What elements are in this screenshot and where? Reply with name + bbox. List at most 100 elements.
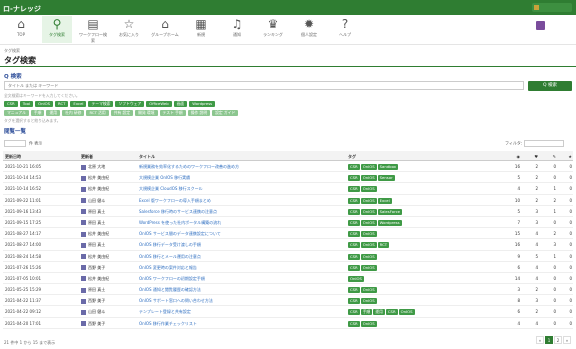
- column-header[interactable]: タイトル: [139, 154, 339, 160]
- tag-chip[interactable]: Sensor: [377, 175, 395, 182]
- table-row[interactable]: 2021-04-20 17:01 西野 美子 OnIOS 移行作業チェックリスト CS…: [3, 318, 573, 329]
- column-header[interactable]: 更新者: [81, 154, 135, 160]
- tag-chip[interactable]: マニュアル: [4, 110, 29, 116]
- tag-chip[interactable]: CSR: [348, 287, 360, 294]
- article-title-link[interactable]: WordPress を使った社内ポータル構築の流れ: [139, 220, 339, 226]
- article-title-link[interactable]: OnIOS 移行作業チェックリスト: [139, 321, 339, 327]
- tag-chip[interactable]: OnIOS: [360, 208, 377, 215]
- table-row[interactable]: 2021-09-15 17:25 原田 真土 WordPress を使った社内ポータ…: [3, 217, 573, 229]
- toolbar-user[interactable]: [536, 21, 570, 39]
- tag-chip[interactable]: Wordpress: [377, 219, 402, 226]
- tag-chip[interactable]: 手順: [360, 309, 373, 316]
- search-button[interactable]: Q 検索: [528, 81, 572, 91]
- tag-chip[interactable]: 操作 説明: [187, 110, 211, 116]
- views-column-icon[interactable]: ◉: [508, 154, 521, 159]
- article-title-link[interactable]: テンプレート登録と共有設定: [139, 309, 339, 315]
- tag-chip[interactable]: CSR: [348, 175, 360, 182]
- likes-column-icon[interactable]: ♥: [526, 154, 538, 159]
- author[interactable]: 山田 健斗: [81, 198, 135, 204]
- article-title-link[interactable]: OnIOS ワークフローの初期設定手順: [139, 276, 339, 282]
- tag-chip[interactable]: OnIOS: [360, 164, 377, 170]
- author[interactable]: 山田 健斗: [81, 309, 135, 315]
- tag-chip[interactable]: CSR: [348, 320, 360, 327]
- table-row[interactable]: 2021-10-14 16:52 松井 美由紀 大規模企業 CloudOS 移行スク…: [3, 183, 573, 195]
- tag-chip[interactable]: CSR: [348, 186, 360, 193]
- tag-chip[interactable]: CSR: [385, 309, 398, 316]
- tag-chip[interactable]: 設定 ガイド: [212, 110, 239, 116]
- table-row[interactable]: 2021-08-27 14:17 松井 美由紀 OnIOS サービス間のデータ連携設…: [3, 228, 573, 240]
- tag-chip[interactable]: OnIOS: [360, 253, 377, 260]
- tag-chip[interactable]: OnIOS: [360, 242, 377, 249]
- author[interactable]: 西野 美子: [81, 265, 135, 271]
- toolbar-top[interactable]: ⌂ TOP: [6, 16, 36, 43]
- tag-chip[interactable]: RCT 活用: [86, 110, 109, 116]
- tag-chip[interactable]: OnIOS: [35, 101, 53, 107]
- table-row[interactable]: 2021-08-27 14:00 原田 真土 OnIOS 移行データ受け渡しの手順 C…: [3, 239, 573, 251]
- tag-chip[interactable]: 運用: [46, 110, 61, 116]
- article-title-link[interactable]: 大規模企業 OnIOS 移行実績: [139, 175, 339, 181]
- table-row[interactable]: 2021-10-21 16:05 北原 大地 新規業務を効率化するためのワークフロー…: [3, 161, 573, 173]
- tag-chip[interactable]: CSR: [348, 208, 360, 215]
- tag-chip[interactable]: CSR: [4, 101, 18, 107]
- tag-chip[interactable]: 開発 環境: [135, 110, 158, 116]
- tag-chip[interactable]: Wordpress: [189, 101, 216, 107]
- author[interactable]: 原田 真土: [81, 287, 135, 293]
- author[interactable]: 原田 真土: [81, 242, 135, 248]
- table-row[interactable]: 2021-07-05 10:01 松井 美由紀 OnIOS ワークフローの初期設定手…: [3, 273, 573, 285]
- author[interactable]: 松井 美由紀: [81, 175, 135, 181]
- tag-chip[interactable]: OnIOS: [360, 219, 377, 226]
- tag-chip[interactable]: OnIOS: [398, 309, 415, 316]
- article-title-link[interactable]: OnIOS 移行とメール運用の注意点: [139, 254, 339, 260]
- article-title-link[interactable]: OnIOS サポート窓口への問い合わせ方法: [139, 298, 339, 304]
- tag-chip[interactable]: CSR: [348, 164, 360, 170]
- table-row[interactable]: 2021-10-14 14:53 松井 美由紀 大規模企業 OnIOS 移行実績 CS…: [3, 172, 573, 184]
- column-header[interactable]: タグ: [348, 154, 508, 160]
- table-row[interactable]: 2021-04-22 11:37 西野 美子 OnIOS サポート窓口への問い合わせ…: [3, 295, 573, 307]
- author[interactable]: 松井 美由紀: [81, 231, 135, 237]
- author[interactable]: 松井 美由紀: [81, 186, 135, 192]
- toolbar-notify[interactable]: ♫ 通知: [222, 16, 252, 43]
- tag-chip[interactable]: Excel: [70, 101, 87, 107]
- table-row[interactable]: 2021-05-25 15:29 原田 真土 OnIOS 通知と閲覧履歴の確認方法 C…: [3, 284, 573, 296]
- toolbar-favorites[interactable]: ☆ お気に入り: [114, 16, 144, 43]
- toolbar-ranking[interactable]: ♛ ランキング: [258, 16, 288, 43]
- toolbar-workflow-search[interactable]: ▤ ワークフロー検索: [78, 16, 108, 43]
- tag-chip[interactable]: テスト 手順: [159, 110, 186, 116]
- tag-chip[interactable]: テーマ検索: [88, 101, 114, 107]
- tag-chip[interactable]: 社内 研修: [62, 110, 85, 116]
- author[interactable]: 原田 真土: [81, 209, 135, 215]
- tag-chip[interactable]: CSR: [348, 253, 360, 260]
- toolbar-settings[interactable]: ✹ 個人設定: [294, 16, 324, 43]
- tag-chip[interactable]: 画面: [173, 101, 188, 107]
- tag-chip[interactable]: OnIOS: [360, 264, 377, 271]
- tag-chip[interactable]: 手順: [30, 110, 45, 116]
- article-title-link[interactable]: OnIOS 通知と閲覧履歴の確認方法: [139, 287, 339, 293]
- tag-chip[interactable]: CSR: [348, 197, 360, 204]
- tag-chip[interactable]: RCT: [55, 101, 69, 107]
- tag-chip[interactable]: OnIOS: [360, 231, 377, 238]
- column-header[interactable]: 更新日時: [5, 154, 77, 160]
- tag-chip[interactable]: OnIOS: [348, 275, 364, 282]
- tag-chip[interactable]: OnIOS: [360, 197, 377, 204]
- tag-chip[interactable]: Sandbox: [377, 164, 399, 170]
- tag-chip[interactable]: CSR: [348, 298, 360, 305]
- tag-chip[interactable]: CSR: [348, 264, 360, 271]
- pager-next[interactable]: »: [563, 336, 571, 344]
- table-row[interactable]: 2021-07-26 15:26 西野 美子 OnIOS 変更時の案件対応と報告 CS…: [3, 262, 573, 273]
- article-title-link[interactable]: OnIOS 変更時の案件対応と報告: [139, 265, 339, 271]
- author[interactable]: 原田 真土: [81, 220, 135, 226]
- article-title-link[interactable]: OnIOS 移行データ受け渡しの手順: [139, 242, 339, 248]
- pager-page-1[interactable]: 1: [545, 336, 553, 344]
- tag-chip[interactable]: OnIOS: [360, 298, 377, 305]
- tag-chip[interactable]: OnIOS: [360, 186, 377, 193]
- author[interactable]: 松井 美由紀: [81, 254, 135, 260]
- article-title-link[interactable]: 大規模企業 CloudOS 移行スクール: [139, 186, 339, 192]
- pager-page-2[interactable]: 2: [554, 336, 562, 344]
- toolbar-help[interactable]: ? ヘルプ: [330, 16, 360, 43]
- tag-chip[interactable]: Tool: [19, 101, 34, 107]
- table-row[interactable]: 2021-09-16 13:43 原田 真土 Salesforce 移行時のサービス…: [3, 206, 573, 217]
- toolbar-group-home[interactable]: ⌂ グループホーム: [150, 16, 180, 43]
- filter-input[interactable]: [524, 140, 565, 147]
- article-title-link[interactable]: Salesforce 移行時のサービス連携の注意点: [139, 209, 339, 215]
- breadcrumb[interactable]: タグ検索: [4, 48, 20, 54]
